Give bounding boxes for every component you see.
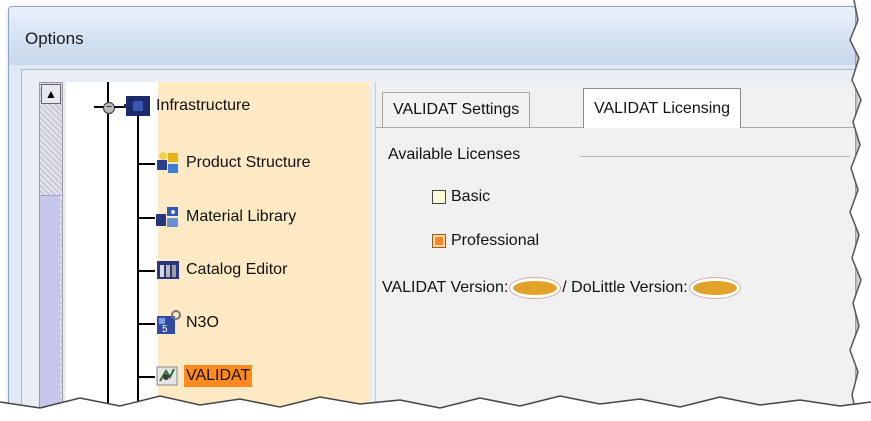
tree-highlight-area <box>158 82 369 410</box>
validat-version-label: VALIDAT Version: <box>382 279 509 296</box>
redacted-version-mark <box>510 278 561 298</box>
torn-edge-right <box>849 0 871 421</box>
tree-item-validat[interactable]: VALIDAT <box>154 363 253 389</box>
checkbox-unchecked-icon <box>432 190 446 204</box>
tree-connector <box>107 82 109 410</box>
minus-icon: − <box>106 102 112 113</box>
tree-connector <box>137 376 155 378</box>
tree-item-product-structure[interactable]: Product Structure <box>154 150 313 176</box>
settings-panel: VALIDAT Settings VALIDAT Licensing Avail… <box>375 82 855 410</box>
tree-connector <box>137 163 155 165</box>
tree-item-n3o[interactable]: 5 N3O <box>154 310 221 336</box>
product-structure-icon <box>154 150 182 176</box>
basic-license-checkbox[interactable]: Basic <box>432 188 490 206</box>
redacted-version-mark <box>689 278 740 298</box>
tree-item-catalog-editor[interactable]: Catalog Editor <box>154 257 289 283</box>
tree-scrollbar[interactable]: ▲ <box>39 82 63 410</box>
scroll-up-button[interactable]: ▲ <box>41 84 61 104</box>
tree-item-label: Material Library <box>186 208 297 225</box>
torn-edge-bottom <box>0 395 871 421</box>
checkbox-label: Professional <box>451 232 540 249</box>
tree-item-material-library[interactable]: Material Library <box>154 204 298 230</box>
tree-item-infrastructure[interactable]: Infrastructure <box>124 93 252 119</box>
title-bar: Options <box>9 7 855 65</box>
tree-item-label: Catalog Editor <box>186 261 288 278</box>
tab-validat-settings[interactable]: VALIDAT Settings <box>382 92 531 127</box>
options-dialog: Options ▲ − Infrastructure Product Struc… <box>8 6 856 411</box>
catalog-editor-icon <box>154 257 182 283</box>
collapse-toggle[interactable]: − <box>103 102 115 114</box>
dialog-title: Options <box>25 29 84 48</box>
infrastructure-icon <box>124 93 152 119</box>
version-info: VALIDAT Version: / DoLittle Version: <box>382 278 742 298</box>
n3o-icon: 5 <box>154 310 182 336</box>
material-library-icon <box>154 204 182 230</box>
tree-item-label: N3O <box>186 314 219 331</box>
tree-connector <box>137 217 155 219</box>
arrow-up-icon: ▲ <box>45 87 57 101</box>
options-tree: − Infrastructure Product Structure Mater… <box>66 82 369 410</box>
tree-item-label: VALIDAT <box>184 365 253 387</box>
professional-license-checkbox[interactable]: Professional <box>432 232 539 250</box>
svg-text:5: 5 <box>162 324 168 335</box>
dialog-body: ▲ − Infrastructure Product Structure Mat… <box>21 69 855 410</box>
validat-icon <box>154 363 182 389</box>
dolittle-version-label: / DoLittle Version: <box>562 279 688 296</box>
tree-connector <box>137 112 139 410</box>
tab-validat-licensing[interactable]: VALIDAT Licensing <box>583 88 742 128</box>
checkbox-label: Basic <box>451 188 491 205</box>
tree-connector <box>137 323 155 325</box>
tree-item-label: Product Structure <box>186 154 311 171</box>
tree-item-label: Infrastructure <box>156 97 251 114</box>
group-divider <box>580 156 850 157</box>
scroll-thumb[interactable] <box>40 195 60 410</box>
available-licenses-heading: Available Licenses <box>388 146 521 163</box>
checkbox-checked-icon <box>432 234 446 248</box>
tree-connector <box>137 270 155 272</box>
